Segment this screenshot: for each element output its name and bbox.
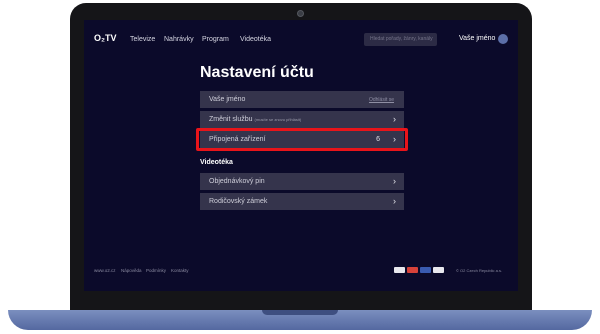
nav-nahravky[interactable]: Nahrávky bbox=[164, 36, 194, 43]
top-navigation-bar: O₂TV Televize Nahrávky Program Videotéka… bbox=[84, 20, 518, 52]
parental-lock-row[interactable]: Rodičovský zámek › bbox=[200, 193, 404, 210]
footer-link-napoveda[interactable]: Nápověda bbox=[121, 268, 142, 273]
copyright: © O2 Czech Republic a.s. bbox=[456, 268, 503, 273]
visa-icon bbox=[420, 267, 431, 273]
mastercard-icon bbox=[407, 267, 418, 273]
footer-link-www[interactable]: www.o2.cz bbox=[94, 268, 116, 273]
account-name: Vaše jméno bbox=[209, 96, 246, 103]
laptop-hinge-notch bbox=[262, 310, 338, 315]
nav-videoteka[interactable]: Videotéka bbox=[240, 36, 271, 43]
change-service-row[interactable]: Změnit službu (musíte se znovu přihlásit… bbox=[200, 111, 404, 128]
section-title-videoteka: Videotéka bbox=[200, 159, 233, 166]
username-label[interactable]: Vaše jméno bbox=[459, 35, 495, 42]
signout-link[interactable]: Odhlásit se bbox=[369, 97, 394, 103]
payment-icons bbox=[394, 267, 444, 273]
o2tv-logo[interactable]: O₂TV bbox=[94, 33, 117, 43]
search-input[interactable]: Hledat pořady, žánry, kanály bbox=[364, 33, 437, 46]
chevron-right-icon: › bbox=[393, 196, 396, 206]
webcam-icon bbox=[297, 10, 304, 17]
footer-link-podminky[interactable]: Podmínky bbox=[146, 268, 166, 273]
nav-televize[interactable]: Televize bbox=[130, 36, 155, 43]
payment-card-icon bbox=[394, 267, 405, 273]
order-pin-row[interactable]: Objednávkový pin › bbox=[200, 173, 404, 190]
chevron-right-icon: › bbox=[393, 176, 396, 186]
order-pin-label: Objednávkový pin bbox=[209, 178, 265, 185]
footer-link-kontakty[interactable]: Kontakty bbox=[171, 268, 189, 273]
account-row: Vaše jméno Odhlásit se bbox=[200, 91, 404, 108]
highlight-box bbox=[196, 128, 408, 151]
change-service-note: (musíte se znovu přihlásit) bbox=[254, 117, 302, 122]
page-title: Nastavení účtu bbox=[200, 64, 314, 81]
user-avatar-icon[interactable] bbox=[498, 34, 508, 44]
change-service-label: Změnit službu (musíte se znovu přihlásit… bbox=[209, 116, 302, 123]
chevron-right-icon: › bbox=[393, 114, 396, 124]
nav-program[interactable]: Program bbox=[202, 36, 229, 43]
parental-lock-label: Rodičovský zámek bbox=[209, 198, 268, 205]
screen: O₂TV Televize Nahrávky Program Videotéka… bbox=[84, 20, 518, 291]
maestro-icon bbox=[433, 267, 444, 273]
